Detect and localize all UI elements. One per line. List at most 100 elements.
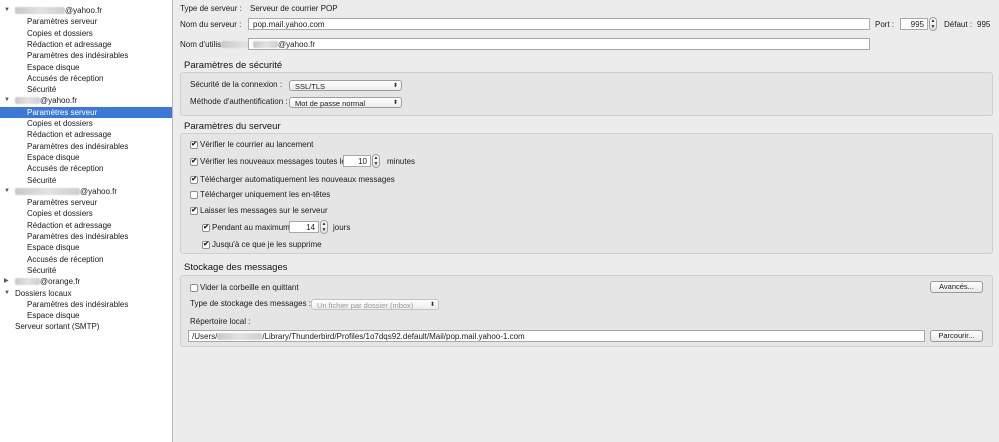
auth-method-label: Méthode d'authentification :	[190, 97, 288, 106]
leave-on-server-label: Laisser les messages sur le serveur	[200, 206, 328, 215]
empty-trash-checkbox[interactable]	[190, 284, 198, 292]
check-every-label: Vérifier les nouveaux messages toutes le…	[200, 157, 350, 166]
max-days-checkbox[interactable]: ✔	[202, 224, 210, 232]
storage-box: Vider la corbeille en quittant Avancés..…	[180, 275, 993, 347]
sidebar-item[interactable]: Accusés de réception	[0, 73, 172, 84]
days-label: jours	[333, 223, 351, 232]
server-settings-box: ✔ Vérifier le courrier au lancement ✔ Vé…	[180, 133, 993, 254]
check-interval-stepper[interactable]: ▲ ▼	[372, 154, 380, 168]
sidebar-account-name: @yahoo.fr	[80, 186, 118, 196]
sidebar-account-label: Dossiers locaux	[15, 288, 71, 299]
server-settings-pane: Type de serveur : Serveur de courrier PO…	[173, 0, 999, 442]
storage-section-title: Stockage des messages	[184, 262, 288, 273]
server-name-input[interactable]: pop.mail.yahoo.com	[248, 18, 870, 30]
triangle-down-icon[interactable]: ▼	[4, 5, 12, 16]
sidebar-account-4[interactable]: ▼ Dossiers locaux	[0, 288, 172, 299]
redacted-text	[15, 97, 40, 105]
auto-download-checkbox[interactable]: ✔	[190, 176, 198, 184]
check-interval-input[interactable]: 10	[343, 155, 371, 167]
max-days-stepper[interactable]: ▲ ▼	[320, 220, 328, 234]
sidebar-item[interactable]: Espace disque	[0, 242, 172, 253]
auto-download-label: Télécharger automatiquement les nouveaux…	[200, 175, 395, 184]
sidebar-item-smtp[interactable]: Serveur sortant (SMTP)	[15, 321, 172, 332]
sidebar-account-2[interactable]: ▼ @yahoo.fr	[0, 186, 172, 197]
sidebar-item[interactable]: Paramètres des indésirables	[0, 50, 172, 61]
sidebar-item[interactable]: Espace disque	[0, 62, 172, 73]
leave-on-server-checkbox[interactable]: ✔	[190, 207, 198, 215]
storage-type-label: Type de stockage des messages :	[190, 299, 311, 308]
sidebar-account-label: @orange.fr	[15, 276, 80, 287]
sidebar-account-1[interactable]: ▼ @yahoo.fr	[0, 95, 172, 106]
check-every-checkbox[interactable]: ✔	[190, 158, 198, 166]
sidebar-item[interactable]: Accusés de réception	[0, 163, 172, 174]
sidebar-item[interactable]: Paramètres serveur	[0, 16, 172, 27]
username-input[interactable]: @yahoo.fr	[248, 38, 870, 50]
sidebar-account-name: @yahoo.fr	[65, 6, 103, 15]
sidebar-item[interactable]: Rédaction et adressage	[0, 220, 172, 231]
max-days-label: Pendant au maximum	[212, 223, 290, 232]
advanced-button[interactable]: Avancés...	[930, 281, 983, 293]
redacted-text	[15, 187, 80, 195]
port-input[interactable]: 995	[900, 18, 928, 30]
updown-arrows-icon: ⬍	[392, 100, 398, 106]
sidebar-account-3[interactable]: ▶ @orange.fr	[0, 276, 172, 287]
sidebar-item[interactable]: Copies et dossiers	[0, 208, 172, 219]
until-deleted-label: Jusqu'à ce que je les supprime	[212, 240, 322, 249]
sidebar-account-name: Dossiers locaux	[15, 288, 72, 298]
sidebar-item[interactable]: Sécurité	[0, 175, 172, 186]
redacted-text	[253, 41, 278, 48]
headers-only-checkbox[interactable]	[190, 191, 198, 199]
sidebar-item[interactable]: Rédaction et adressage	[0, 39, 172, 50]
minutes-label: minutes	[387, 157, 416, 166]
check-at-login-label: Vérifier le courrier au lancement	[200, 140, 314, 149]
connection-security-select[interactable]: SSL/TLS ⬍	[289, 80, 402, 91]
updown-arrows-icon: ⬍	[429, 302, 435, 308]
sidebar-item[interactable]: Espace disque	[0, 310, 172, 321]
default-port-value: 995	[977, 20, 991, 29]
sidebar-item[interactable]: Paramètres des indésirables	[0, 231, 172, 242]
triangle-right-icon[interactable]: ▶	[4, 276, 12, 287]
connection-security-label: Sécurité de la connexion :	[190, 80, 283, 89]
redacted-text	[15, 278, 40, 286]
sidebar-account-label: @yahoo.fr	[15, 186, 117, 197]
server-type-label: Type de serveur :	[180, 4, 242, 13]
sidebar-item[interactable]: Accusés de réception	[0, 254, 172, 265]
account-tree[interactable]: ▼ @yahoo.fr Paramètres serveur Copies et do…	[0, 0, 173, 442]
default-port-label: Défaut :	[944, 20, 973, 29]
server-name-label: Nom du serveur :	[180, 20, 242, 29]
triangle-down-icon[interactable]: ▼	[4, 186, 12, 197]
redacted-text	[217, 333, 263, 340]
until-deleted-checkbox[interactable]: ✔	[202, 241, 210, 249]
storage-type-select[interactable]: Un fichier par dossier (mbox) ⬍	[311, 299, 439, 310]
port-label: Port :	[875, 20, 895, 29]
sidebar-item[interactable]: Sécurité	[0, 265, 172, 276]
sidebar-item[interactable]: Rédaction et adressage	[0, 129, 172, 140]
security-section-title: Paramètres de sécurité	[184, 60, 283, 71]
sidebar-item[interactable]: Paramètres serveur	[0, 197, 172, 208]
sidebar-account-name: @yahoo.fr	[40, 96, 78, 106]
sidebar-item[interactable]: Paramètres serveur	[0, 106, 172, 118]
server-settings-section-title: Paramètres du serveur	[184, 121, 281, 132]
local-directory-input[interactable]: /Users//Library/Thunderbird/Profiles/1o7…	[188, 330, 925, 342]
check-at-login-checkbox[interactable]: ✔	[190, 141, 198, 149]
auth-method-select[interactable]: Mot de passe normal ⬍	[289, 97, 402, 108]
sidebar-account-label: @yahoo.fr	[15, 95, 77, 106]
sidebar-item[interactable]: Paramètres des indésirables	[0, 141, 172, 152]
sidebar-item[interactable]: Copies et dossiers	[0, 28, 172, 39]
port-stepper[interactable]: ▲ ▼	[929, 17, 937, 31]
sidebar-item[interactable]: Espace disque	[0, 152, 172, 163]
browse-button[interactable]: Parcourir...	[930, 330, 983, 342]
sidebar-item[interactable]: Sécurité	[0, 84, 172, 95]
empty-trash-label: Vider la corbeille en quittant	[200, 283, 299, 292]
triangle-down-icon[interactable]: ▼	[4, 288, 12, 299]
updown-arrows-icon: ⬍	[392, 83, 398, 89]
sidebar-item[interactable]: Paramètres des indésirables	[0, 299, 172, 310]
redacted-text	[15, 7, 65, 14]
local-directory-label: Répertoire local :	[190, 317, 251, 326]
sidebar-account-name: @orange.fr	[40, 277, 81, 287]
security-box: Sécurité de la connexion : SSL/TLS ⬍ Méth…	[180, 72, 993, 116]
sidebar-account-0[interactable]: ▼ @yahoo.fr	[0, 5, 172, 16]
max-days-input[interactable]: 14	[289, 221, 319, 233]
sidebar-item[interactable]: Copies et dossiers	[0, 118, 172, 129]
triangle-down-icon[interactable]: ▼	[4, 95, 12, 106]
